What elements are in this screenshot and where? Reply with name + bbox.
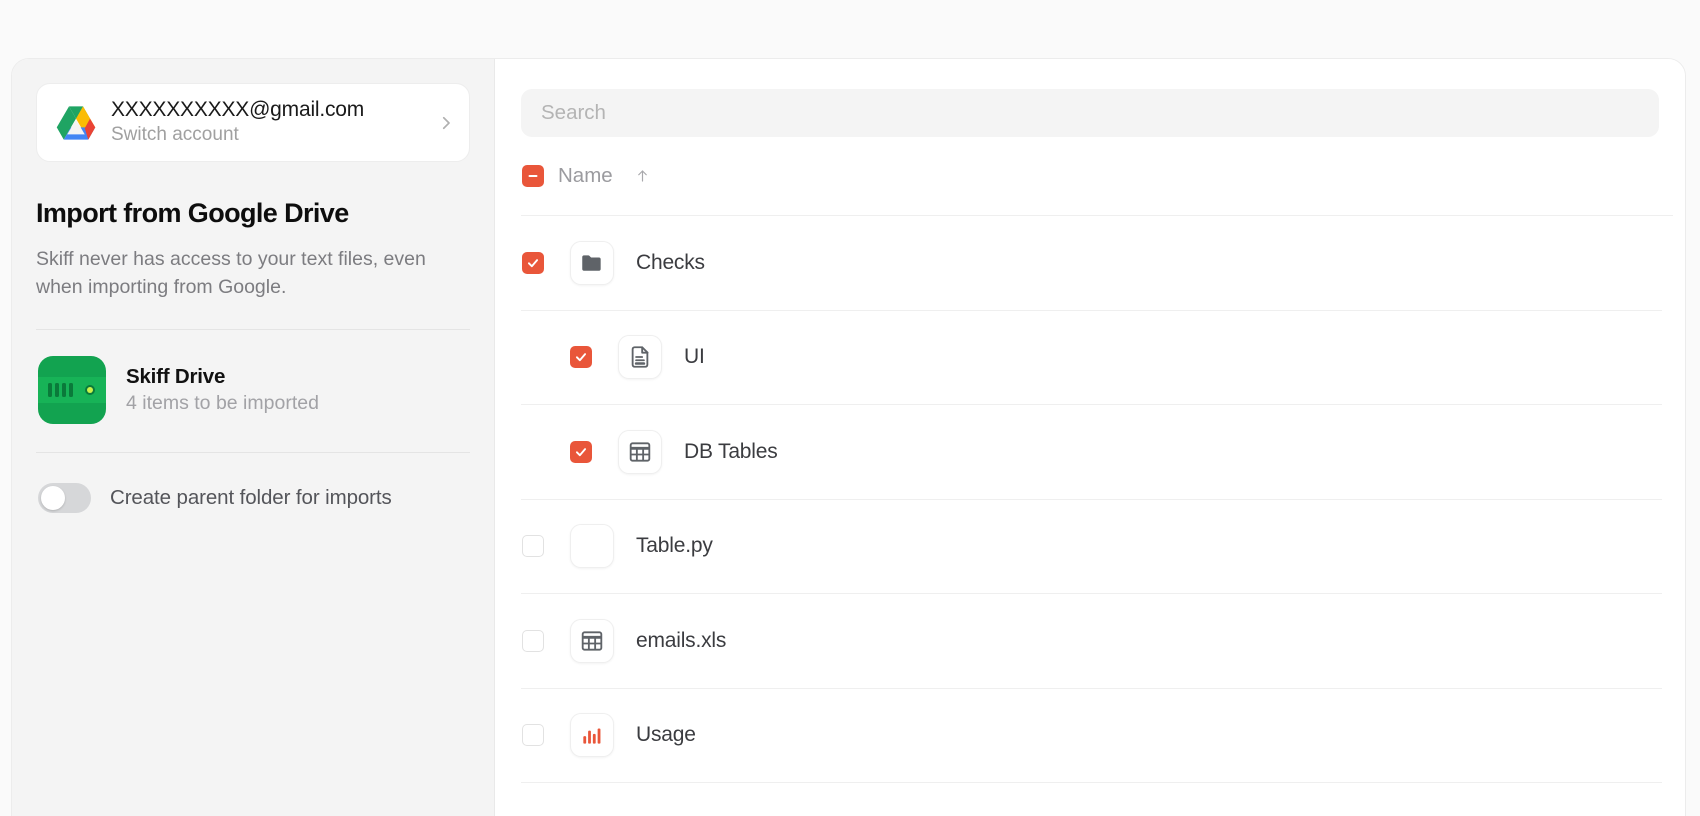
spreadsheet-icon bbox=[570, 618, 614, 663]
row-checkbox-wrap[interactable] bbox=[522, 535, 544, 558]
row-checkbox[interactable] bbox=[522, 535, 544, 558]
table-row[interactable]: Usage bbox=[521, 689, 1662, 783]
create-parent-folder-toggle[interactable] bbox=[38, 483, 91, 514]
table-row[interactable]: DB Tables bbox=[521, 405, 1662, 500]
folder-icon bbox=[570, 240, 614, 285]
bar-chart-icon bbox=[570, 713, 614, 758]
row-checkbox[interactable] bbox=[570, 346, 592, 369]
destination-name: Skiff Drive bbox=[126, 365, 226, 389]
skiff-drive-icon bbox=[38, 356, 106, 425]
column-header-name[interactable]: Name bbox=[558, 164, 613, 188]
file-list: Checks UI DB Tables Table.py emails.xls … bbox=[521, 215, 1673, 783]
row-checkbox[interactable] bbox=[522, 629, 544, 652]
row-checkbox-wrap[interactable] bbox=[522, 724, 544, 747]
row-checkbox-wrap[interactable] bbox=[522, 251, 544, 274]
google-drive-icon bbox=[55, 104, 97, 142]
table-row[interactable]: Checks bbox=[521, 216, 1662, 311]
row-checkbox-wrap[interactable] bbox=[570, 346, 592, 369]
destination-subtitle: 4 items to be imported bbox=[126, 392, 319, 415]
left-panel: XXXXXXXXXX@gmail.com Switch account Impo… bbox=[12, 59, 495, 816]
file-name: Table.py bbox=[636, 534, 713, 558]
row-checkbox[interactable] bbox=[570, 440, 592, 463]
account-switcher-card[interactable]: XXXXXXXXXX@gmail.com Switch account bbox=[36, 83, 470, 162]
table-row[interactable]: UI bbox=[521, 311, 1662, 405]
row-checkbox-wrap[interactable] bbox=[522, 629, 544, 652]
select-all-checkbox[interactable] bbox=[522, 165, 544, 187]
spreadsheet-icon bbox=[618, 429, 662, 474]
document-icon bbox=[618, 335, 662, 380]
file-browser-panel: Name Checks UI bbox=[495, 59, 1685, 816]
page-title: Import from Google Drive bbox=[36, 198, 349, 228]
blank-file-icon bbox=[570, 524, 614, 569]
search-bar[interactable] bbox=[521, 89, 1659, 137]
account-text-group: XXXXXXXXXX@gmail.com Switch account bbox=[111, 97, 423, 148]
arrow-up-icon[interactable] bbox=[635, 167, 650, 185]
account-email: XXXXXXXXXX@gmail.com bbox=[111, 98, 365, 122]
file-name: emails.xls bbox=[636, 628, 727, 652]
toggle-knob bbox=[41, 486, 65, 511]
app-root: XXXXXXXXXX@gmail.com Switch account Impo… bbox=[0, 0, 1700, 816]
file-name: DB Tables bbox=[684, 439, 778, 463]
file-name: Checks bbox=[636, 250, 705, 274]
row-checkbox[interactable] bbox=[522, 251, 544, 274]
import-modal: XXXXXXXXXX@gmail.com Switch account Impo… bbox=[11, 58, 1686, 816]
chevron-right-icon[interactable] bbox=[437, 114, 455, 132]
table-row[interactable]: emails.xls bbox=[521, 594, 1662, 689]
page-description: Skiff never has access to your text file… bbox=[36, 248, 426, 298]
file-name: Usage bbox=[636, 723, 696, 747]
search-input[interactable] bbox=[541, 101, 1639, 125]
row-checkbox-wrap[interactable] bbox=[570, 440, 592, 463]
select-all-checkbox-wrap[interactable] bbox=[522, 165, 544, 187]
file-list-header: Name bbox=[521, 137, 1673, 215]
create-parent-folder-label: Create parent folder for imports bbox=[110, 486, 392, 510]
table-row[interactable]: Table.py bbox=[521, 500, 1662, 594]
switch-account-label: Switch account bbox=[111, 124, 239, 146]
destination-text-group: Skiff Drive 4 items to be imported bbox=[126, 365, 319, 415]
row-checkbox[interactable] bbox=[522, 724, 544, 747]
file-name: UI bbox=[684, 345, 705, 369]
destination-drive-row[interactable]: Skiff Drive 4 items to be imported bbox=[36, 330, 470, 452]
create-parent-folder-row[interactable]: Create parent folder for imports bbox=[36, 453, 470, 514]
